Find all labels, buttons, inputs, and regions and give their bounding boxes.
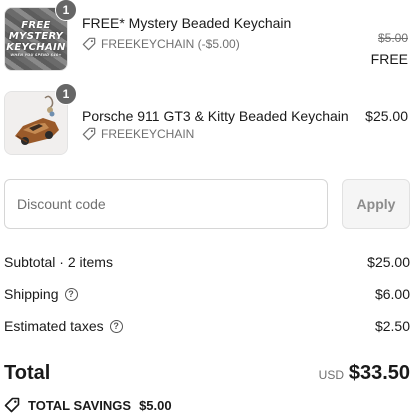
discount-code-label: FREEKEYCHAIN bbox=[101, 127, 195, 141]
product-title: Porsche 911 GT3 & Kitty Beaded Keychain bbox=[82, 108, 349, 124]
subtotal-row: Subtotal · 2 items $25.00 bbox=[4, 254, 410, 274]
applied-discount: FREEKEYCHAIN (-$5.00) bbox=[82, 37, 240, 51]
subtotal-label: Subtotal · 2 items bbox=[4, 254, 113, 270]
shipping-value: $6.00 bbox=[374, 286, 410, 302]
taxes-label-group: Estimated taxes ? bbox=[4, 318, 123, 334]
shipping-label-group: Shipping ? bbox=[4, 286, 78, 302]
total-value: $33.50 bbox=[348, 362, 410, 384]
product-title: FREE* Mystery Beaded Keychain bbox=[82, 15, 292, 31]
tag-icon bbox=[82, 37, 96, 51]
product-thumbnail-wrap: FREE MYSTERY KEYCHAIN WHEN YOU SPEND $40… bbox=[4, 0, 77, 71]
shipping-label: Shipping bbox=[4, 286, 59, 302]
line-price: FREE bbox=[370, 51, 408, 67]
help-circle-icon[interactable]: ? bbox=[109, 319, 123, 333]
total-savings-label: TOTAL SAVINGS bbox=[28, 397, 132, 413]
taxes-row: Estimated taxes ? $2.50 bbox=[4, 318, 410, 338]
discount-code-input[interactable] bbox=[4, 179, 328, 229]
taxes-value: $2.50 bbox=[374, 318, 410, 334]
thumb-text-line: KEYCHAIN bbox=[6, 42, 66, 53]
help-circle-icon[interactable]: ? bbox=[64, 287, 78, 301]
tag-icon bbox=[4, 397, 20, 413]
apply-discount-button[interactable]: Apply bbox=[342, 179, 410, 229]
discount-code-label: FREEKEYCHAIN (-$5.00) bbox=[101, 37, 240, 51]
discount-code-form: Apply bbox=[4, 179, 410, 231]
product-thumbnail-wrap: 1 bbox=[4, 83, 77, 155]
total-savings-value: $5.00 bbox=[139, 397, 172, 413]
thumb-text-line: MYSTERY bbox=[8, 31, 64, 42]
tag-icon bbox=[82, 127, 96, 141]
compare-at-price: $5.00 bbox=[377, 31, 408, 45]
line-price: $25.00 bbox=[365, 108, 408, 124]
total-savings-row: TOTAL SAVINGS $5.00 bbox=[4, 396, 172, 414]
quantity-badge: 1 bbox=[55, 0, 77, 21]
quantity-badge: 1 bbox=[55, 83, 77, 105]
shipping-row: Shipping ? $6.00 bbox=[4, 286, 410, 306]
cart-line-item: 1 Porsche 911 GT3 & Kitty Beaded Keychai… bbox=[4, 83, 410, 155]
thumb-text-line: FREE bbox=[21, 20, 51, 31]
subtotal-value: $25.00 bbox=[367, 254, 410, 270]
total-row: Total USD $33.50 bbox=[4, 360, 410, 386]
thumb-small-text: WHEN YOU SPEND $40+ bbox=[10, 53, 62, 57]
applied-discount: FREEKEYCHAIN bbox=[82, 127, 194, 141]
total-label: Total bbox=[4, 362, 51, 384]
total-currency: USD bbox=[318, 368, 344, 382]
cart-line-item: FREE MYSTERY KEYCHAIN WHEN YOU SPEND $40… bbox=[4, 0, 410, 71]
taxes-label: Estimated taxes bbox=[4, 318, 104, 334]
